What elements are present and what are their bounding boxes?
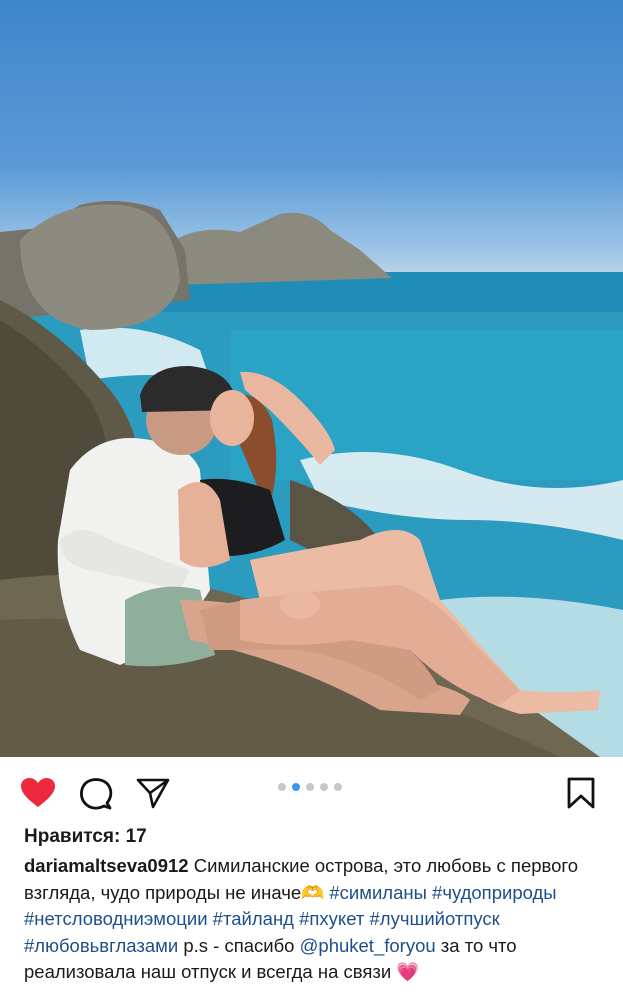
carousel-dot [278,783,286,791]
post-action-bar [0,757,623,825]
carousel-indicator [278,783,342,791]
caption-username[interactable]: dariamaltseva0912 [24,855,189,876]
heart-filled-icon [21,778,55,807]
save-button[interactable] [567,777,595,809]
caption-ps: p.s - спасибо [178,934,295,956]
post-photo[interactable] [0,0,623,757]
heart-emoji: 💗 [396,961,420,982]
bookmark-icon [567,777,595,809]
share-button[interactable] [136,777,170,809]
carousel-dot [320,783,328,791]
carousel-dot-active [292,783,300,791]
post-caption: dariamaltseva0912 Симиланские острова, э… [24,853,604,986]
beach-photo-illustration [0,201,623,757]
send-icon [136,778,170,809]
carousel-dot [334,783,342,791]
comment-icon [80,778,113,810]
mention-link[interactable]: @phuket_foryou [300,935,436,956]
carousel-dot [306,783,314,791]
like-button[interactable] [20,777,56,809]
comment-button[interactable] [79,777,113,811]
likes-count[interactable]: Нравится: 17 [24,826,147,848]
hashtag[interactable]: #симиланы [329,882,427,903]
hands-emoji: 🫶 [301,881,325,903]
